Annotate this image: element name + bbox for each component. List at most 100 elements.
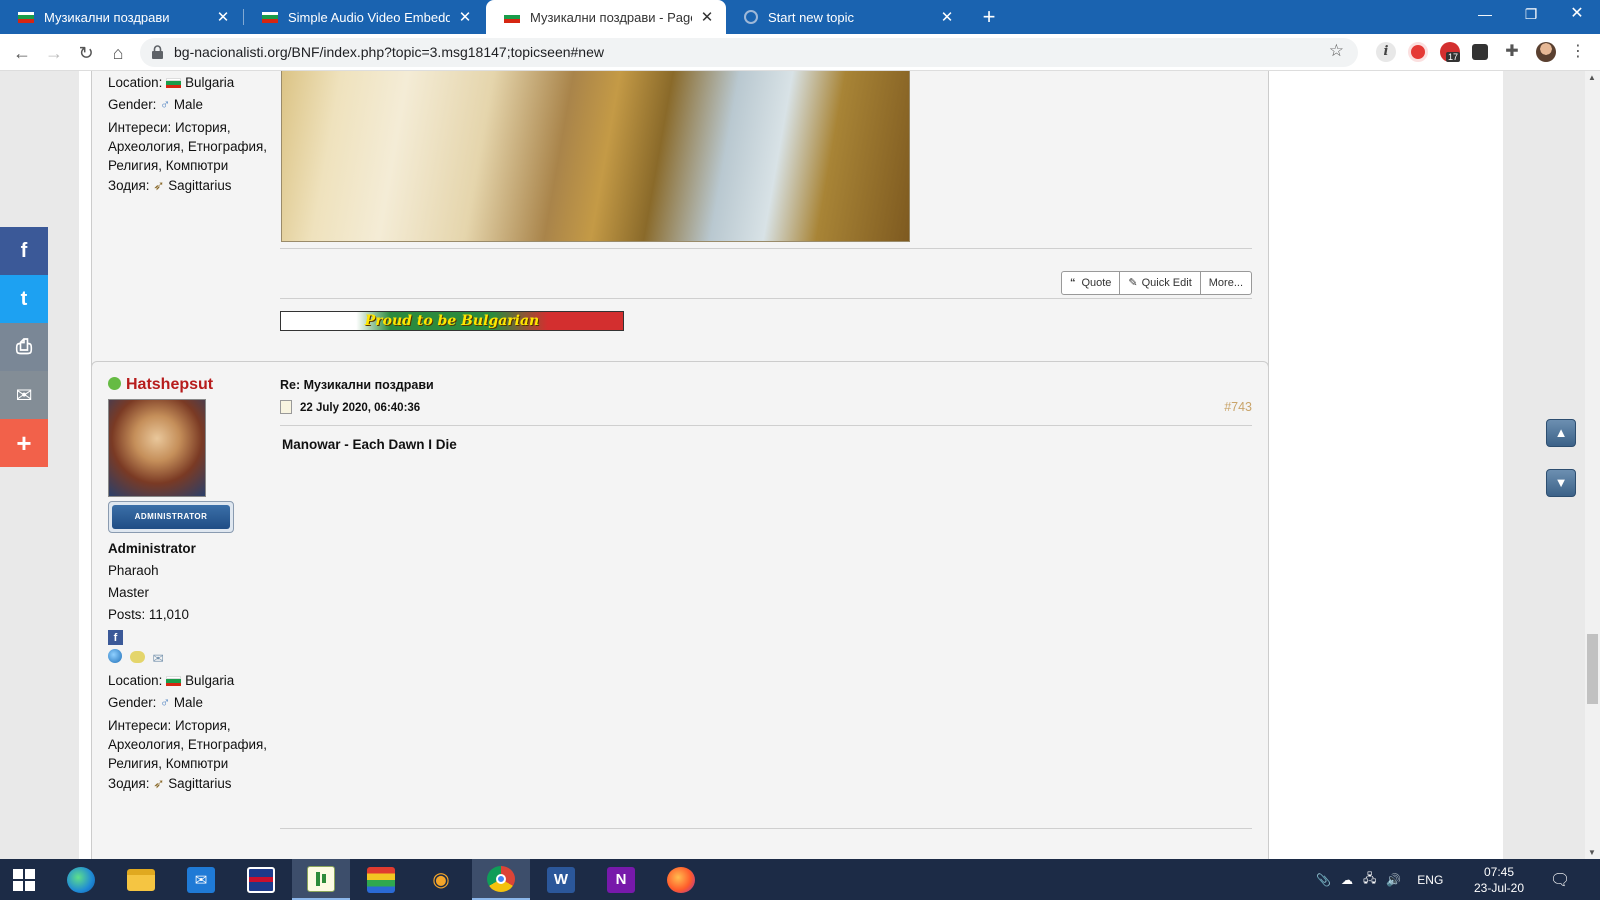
info-extension-icon[interactable]: i	[1376, 42, 1396, 62]
taskbar-uk-flag-app[interactable]	[232, 859, 290, 900]
scroll-arrow-up-icon[interactable]: ▲	[1588, 73, 1596, 82]
tab-start-new-topic[interactable]: Start new topic ✕	[726, 0, 966, 34]
clock[interactable]: 07:45 23-Jul-20	[1474, 859, 1524, 900]
more-button[interactable]: More...	[1199, 272, 1251, 294]
start-button[interactable]	[0, 859, 48, 900]
close-icon[interactable]: ✕	[938, 8, 956, 26]
email-icon: ✉	[15, 384, 33, 407]
tab-audio-video-embedder[interactable]: Simple Audio Video Embedder ✕	[244, 0, 484, 34]
username-link[interactable]: Hatshepsut	[126, 376, 213, 393]
male-icon: ♂	[160, 97, 171, 112]
home-icon[interactable]: ⌂	[104, 39, 132, 67]
video-player[interactable]	[281, 71, 910, 242]
close-icon[interactable]: ✕	[698, 8, 716, 26]
back-icon[interactable]: ←	[8, 39, 36, 67]
bulgarian-flag-icon	[166, 78, 182, 88]
sagittarius-icon: ➶	[153, 776, 165, 791]
firefox-icon	[667, 866, 695, 893]
network-icon[interactable]: 🖧	[1363, 869, 1376, 890]
scroll-down-button[interactable]: ▼	[1546, 469, 1576, 497]
online-status-icon	[108, 377, 121, 390]
post-subject-link[interactable]: Re: Музикални поздрави	[280, 378, 434, 392]
post-body: Re: Музикални поздрави 22 July 2020, 06:…	[280, 378, 1252, 838]
post-date: 22 July 2020, 06:40:36	[280, 400, 420, 414]
stacked-layers-icon	[367, 866, 395, 893]
share-more-button[interactable]: +	[0, 419, 48, 467]
forward-icon[interactable]: →	[40, 39, 68, 67]
taskbar-firefox[interactable]	[652, 859, 710, 900]
close-icon[interactable]: ✕	[456, 8, 474, 26]
signature-banner: Proud to be Bulgarian	[280, 311, 624, 331]
taskbar-edge[interactable]	[52, 859, 110, 900]
word-icon: W	[547, 866, 575, 893]
contact-row: ✉	[108, 648, 278, 670]
poster-info: Location: Bulgaria Gender: ♂ Male Интере…	[108, 72, 278, 197]
folder-icon	[127, 868, 155, 891]
bulgarian-flag-icon	[262, 11, 278, 23]
reload-icon[interactable]: ↻	[72, 39, 100, 67]
website-globe-icon[interactable]	[108, 649, 122, 663]
scrollbar-thumb[interactable]	[1587, 634, 1598, 704]
scroll-up-button[interactable]: ▲	[1546, 419, 1576, 447]
divider	[280, 248, 1252, 249]
taskbar-mail[interactable]: ✉	[172, 859, 230, 900]
facebook-icon[interactable]: f	[108, 630, 123, 645]
menu-kebab-icon[interactable]: ⋮	[1568, 42, 1588, 62]
address-bar[interactable]: bg-nacionalisti.org/BNF/index.php?topic=…	[140, 38, 1358, 67]
post-number-link[interactable]: #743	[1224, 400, 1252, 414]
rank-label: Master	[108, 585, 149, 600]
window-close-button[interactable]: ✕	[1554, 0, 1600, 30]
taskbar-word[interactable]: W	[532, 859, 590, 900]
profile-avatar[interactable]	[1536, 42, 1556, 62]
system-tray: 📎 ☁ 🖧 🔊 ENG	[1316, 859, 1443, 900]
quick-edit-button[interactable]: ✎ Quick Edit	[1119, 272, 1199, 294]
onedrive-cloud-icon[interactable]: ☁	[1341, 873, 1353, 887]
volume-icon[interactable]: 🔊	[1386, 873, 1401, 887]
bookmark-star-icon[interactable]: ☆	[1329, 41, 1344, 61]
interests-row: Интереси: История, Археология, Етнографи…	[108, 718, 267, 771]
avatar	[108, 399, 206, 497]
pen-extension-icon[interactable]	[1472, 44, 1488, 60]
notifications-icon[interactable]: 🗨	[1550, 859, 1570, 900]
uk-flag-icon	[247, 866, 275, 893]
puzzle-extensions-icon[interactable]: ✚	[1502, 42, 1522, 62]
share-email-button[interactable]: ✉	[0, 371, 48, 419]
taskbar-onenote[interactable]: N	[592, 859, 650, 900]
share-facebook-button[interactable]: f	[0, 227, 48, 275]
post-743: Hatshepsut Administrator Administrator P…	[91, 361, 1269, 859]
document-icon	[280, 400, 292, 414]
language-indicator[interactable]: ENG	[1417, 873, 1443, 887]
personal-message-icon[interactable]	[129, 651, 145, 663]
blocker-extension-icon[interactable]	[1408, 42, 1428, 62]
share-twitter-button[interactable]: t	[0, 275, 48, 323]
share-print-button[interactable]: ⎙	[0, 323, 48, 371]
lock-icon	[152, 45, 163, 59]
tab-strip: Музикални поздрави ✕ Simple Audio Video …	[0, 0, 1600, 34]
taskbar-chrome[interactable]	[472, 859, 530, 900]
post-action-buttons: “Quote ✎ Quick Edit More...	[1060, 271, 1252, 295]
taskbar-stacked-app[interactable]	[352, 859, 410, 900]
quote-button[interactable]: “Quote	[1062, 272, 1119, 294]
bulgarian-flag-icon	[166, 676, 182, 686]
username-row: Hatshepsut	[108, 374, 278, 396]
taskbar-eye-app[interactable]: ◉	[412, 859, 470, 900]
page-scrollbar[interactable]: ▲ ▼	[1585, 71, 1600, 859]
browser-toolbar: ← → ↻ ⌂ bg-nacionalisti.org/BNF/index.ph…	[0, 34, 1600, 71]
interests-row: Интереси: История, Археология, Етнографи…	[108, 120, 267, 173]
paperclip-icon[interactable]: 📎	[1316, 873, 1331, 887]
divider	[280, 298, 1252, 299]
restore-button[interactable]: ❐	[1508, 0, 1554, 30]
chevron-down-icon: ▼	[1554, 475, 1568, 490]
tab-muzikalni[interactable]: Музикални поздрави ✕	[0, 0, 242, 34]
taskbar-file-explorer[interactable]	[112, 859, 170, 900]
minimize-button[interactable]: —	[1462, 0, 1508, 30]
scroll-arrow-down-icon[interactable]: ▼	[1588, 848, 1596, 857]
new-tab-button[interactable]: +	[976, 4, 1002, 30]
tab-page-50[interactable]: Музикални поздрави - Page 50 ✕	[486, 0, 726, 34]
tab-title: Музикални поздрави - Page 50	[530, 9, 692, 25]
extension-badge-icon[interactable]: 17	[1440, 42, 1461, 62]
close-icon[interactable]: ✕	[214, 8, 232, 26]
taskbar-chart-app[interactable]	[292, 859, 350, 900]
edge-icon	[67, 866, 95, 893]
email-icon[interactable]: ✉	[152, 648, 163, 670]
